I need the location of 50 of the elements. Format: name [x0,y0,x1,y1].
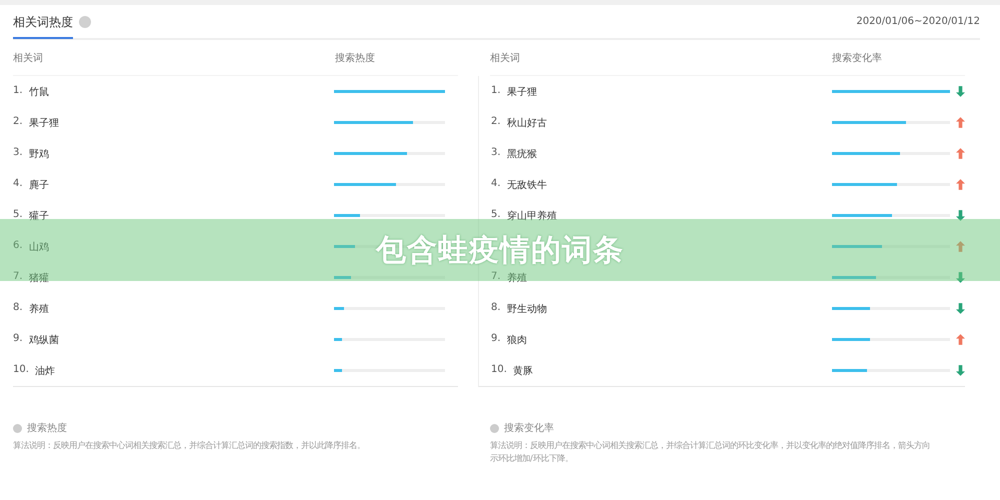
keyword: 无敌铁牛 [507,178,547,192]
rank-number: 8. [13,302,23,314]
rank-number: 2. [13,116,23,128]
note-title: 搜索变化率 [504,422,554,435]
keyword: 秋山好古 [507,116,547,130]
rank-number: 7. [13,270,23,284]
keyword: 果子狸 [507,86,537,98]
rank-number: 8. [491,302,501,314]
rank-number: 10. [13,364,29,376]
keyword: 山鸡 [29,240,49,254]
rank-number: 3. [13,146,23,160]
keyword: 黄豚 [512,364,533,378]
keyword: 穿山甲养殖 [507,210,557,222]
keyword: 猪獾 [29,272,49,284]
rank-number: 9. [13,332,23,346]
keyword: 麂子 [29,178,49,192]
rank-number: 4. [13,178,23,190]
keyword: 狼肉 [507,334,527,346]
rank-number: 9. [491,332,501,346]
banner-title: 包含蛙疫情的词条 [376,232,624,270]
rank-number: 2. [491,116,501,128]
rank-number: 5. [13,208,23,222]
column-header: 相关词 [13,52,44,64]
keyword: 野鸡 [29,148,49,160]
keyword: 鸡纵菌 [29,334,59,346]
column-header: 搜索变化率 [832,52,883,64]
rank-number: 4. [491,178,501,190]
rank-number: 6. [13,240,23,252]
rank-number: 7. [491,270,501,284]
rank-number: 1. [13,84,23,98]
keyword: 养殖 [29,302,49,316]
note-text: 示环比增加/环比下降。 [490,453,574,464]
note-title: 搜索热度 [27,422,67,435]
rank-number: 5. [491,208,501,222]
keyword: 油炸 [34,364,55,378]
column-header: 相关词 [490,52,521,64]
date-range: 2020/01/06~2020/01/12 [856,16,980,27]
note-text: 算法说明：反映用户在搜索中心词相关搜索汇总，并综合计算汇总词的搜索指数，并以此降序排名。 [13,440,366,451]
keyword: 野生动物 [507,302,547,316]
rank-number: 3. [491,146,501,160]
keyword: 果子狸 [29,116,59,130]
tab[interactable]: 相关词热度 [13,6,73,39]
column-header: 搜索热度 [335,52,376,64]
keyword: 黑疣猴 [507,148,537,160]
keyword: 竹鼠 [29,86,49,98]
rank-number: 1. [491,84,501,98]
keyword: 獾子 [29,210,49,222]
keyword: 养殖 [507,272,527,284]
rank-number: 10. [491,364,507,376]
note-text: 算法说明：反映用户在搜索中心词相关搜索汇总，并综合计算汇总词的环比变化率，并以变化率的绝对值降序排名，箭头方向 [490,440,931,451]
